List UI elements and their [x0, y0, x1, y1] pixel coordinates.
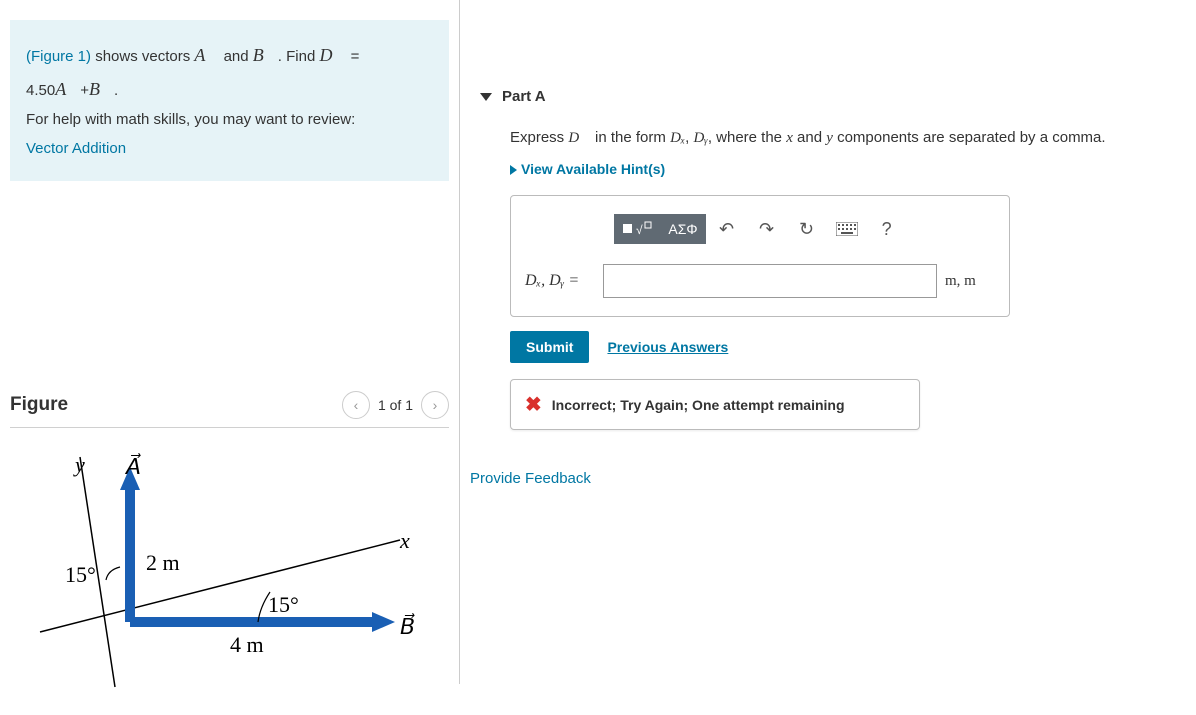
provide-feedback-link[interactable]: Provide Feedback	[470, 470, 1186, 487]
submit-button[interactable]: Submit	[510, 331, 589, 363]
answer-input[interactable]	[603, 264, 937, 298]
chevron-right-icon	[510, 165, 517, 175]
help-text: For help with math skills, you may want …	[26, 106, 433, 135]
B-label: B⃗	[400, 613, 415, 639]
figure-section: Figure ‹ 1 of 1 ›	[10, 391, 449, 715]
help-button[interactable]: ?	[868, 214, 906, 244]
angle-B: 15°	[268, 592, 299, 617]
answer-unit: m, m	[945, 273, 995, 290]
A-length: 2 m	[146, 550, 180, 575]
text: shows vectors	[91, 48, 194, 65]
text: +	[80, 82, 89, 99]
left-column: (Figure 1) shows vectors A⃗ and B⃗. Find…	[0, 0, 460, 684]
figure-diagram: y x A⃗ B⃗ 2 m 4 m 15° 15°	[10, 442, 449, 715]
redo-button[interactable]: ↷	[748, 214, 786, 244]
collapse-icon[interactable]	[480, 93, 492, 101]
answer-box: √ ΑΣΦ ↶ ↷ ↻ ? Dₓ, Dᵧ = m, m	[510, 195, 1010, 317]
figure-title: Figure	[10, 394, 68, 416]
error-icon: ✖	[525, 392, 542, 417]
vector-addition-link[interactable]: Vector Addition	[26, 140, 126, 157]
right-column: Part A Express D⃗ in the form Dₓ, Dᵧ, wh…	[460, 0, 1196, 684]
vector-D: D⃗	[319, 45, 346, 65]
text: . Find	[278, 48, 320, 65]
part-header: Part A	[480, 80, 1186, 113]
part-title: Part A	[502, 88, 546, 105]
text: .	[114, 82, 118, 99]
reset-button[interactable]: ↻	[788, 214, 826, 244]
vector-A: A⃗	[194, 45, 219, 65]
instruction: Express D⃗ in the form Dₓ, Dᵧ, where the…	[510, 129, 1186, 147]
vector-B2: B⃗	[89, 79, 114, 99]
vector-B: B⃗	[253, 45, 278, 65]
svg-text:√: √	[636, 223, 643, 237]
figure-link[interactable]: (Figure 1)	[26, 48, 91, 65]
problem-statement: (Figure 1) shows vectors A⃗ and B⃗. Find…	[10, 20, 449, 181]
angle-A: 15°	[65, 562, 96, 587]
figure-next-button[interactable]: ›	[421, 391, 449, 419]
keyboard-button[interactable]	[828, 214, 866, 244]
previous-answers-link[interactable]: Previous Answers	[607, 339, 728, 355]
y-axis-label: y	[73, 452, 85, 477]
undo-button[interactable]: ↶	[708, 214, 746, 244]
view-hints-link[interactable]: View Available Hint(s)	[510, 161, 665, 177]
figure-counter: 1 of 1	[378, 397, 413, 413]
feedback-text: Incorrect; Try Again; One attempt remain…	[552, 397, 845, 413]
answer-label: Dₓ, Dᵧ =	[525, 272, 595, 290]
A-label: A⃗	[124, 453, 141, 479]
x-axis-label: x	[399, 528, 410, 553]
templates-button[interactable]: √	[614, 214, 660, 244]
B-length: 4 m	[230, 632, 264, 657]
equation-toolbar: √ ΑΣΦ ↶ ↷ ↻ ?	[525, 214, 995, 244]
greek-button[interactable]: ΑΣΦ	[660, 214, 705, 244]
text: and	[219, 48, 252, 65]
figure-nav: ‹ 1 of 1 ›	[342, 391, 449, 419]
feedback-message: ✖ Incorrect; Try Again; One attempt rema…	[510, 379, 920, 430]
figure-prev-button[interactable]: ‹	[342, 391, 370, 419]
vector-A2: A⃗	[55, 79, 80, 99]
